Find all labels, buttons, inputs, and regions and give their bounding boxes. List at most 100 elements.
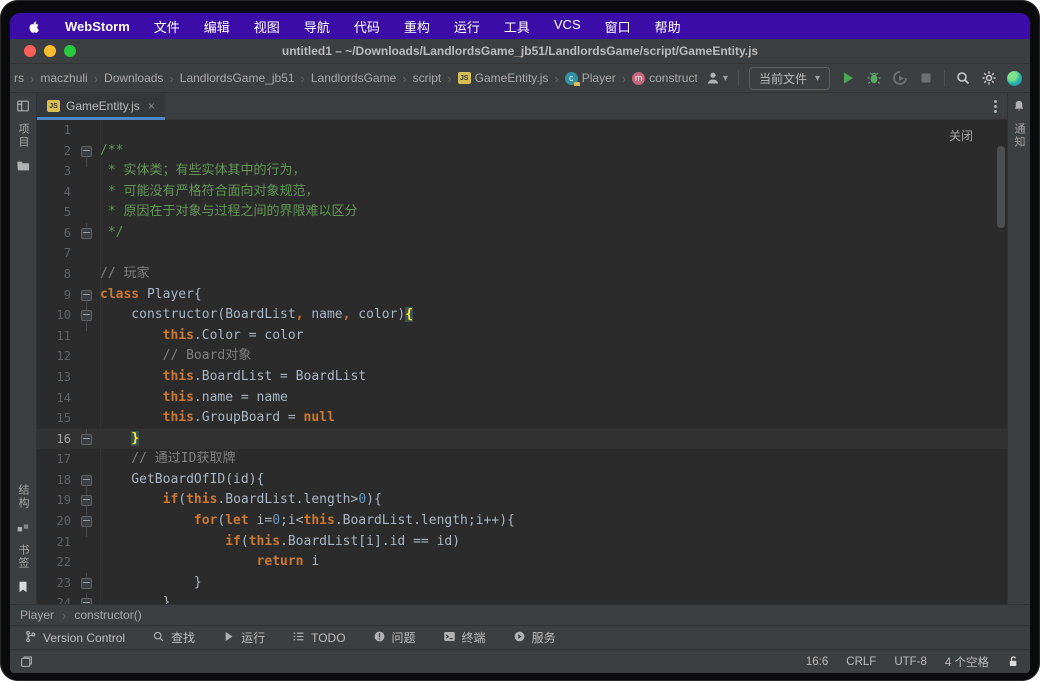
bottom-breadcrumb-item[interactable]: constructor() <box>74 608 141 622</box>
menu-item[interactable]: 工具 <box>504 17 530 36</box>
unlocked-icon[interactable] <box>1007 655 1020 668</box>
tab-close-icon[interactable]: × <box>148 99 155 113</box>
code-line[interactable]: 5 * 原因在于对象与过程之间的界限难以区分 <box>37 202 1007 223</box>
zoom-window-button[interactable] <box>64 45 76 57</box>
run-configuration-dropdown[interactable]: 当前文件 ▾ <box>749 67 830 90</box>
breadcrumb-item[interactable]: LandlordsGame <box>311 71 396 85</box>
settings-gear-icon[interactable] <box>981 70 997 86</box>
code-line[interactable]: 14 this.name = name <box>37 388 1007 409</box>
fold-marker-icon[interactable] <box>81 495 92 506</box>
search-everywhere-icon[interactable] <box>955 70 971 86</box>
breadcrumb-item[interactable]: JSGameEntity.js <box>458 71 549 85</box>
debug-button[interactable] <box>866 70 882 86</box>
code-line[interactable]: 3 * 实体类；有些实体其中的行为， <box>37 161 1007 182</box>
code-with-me-icon[interactable] <box>1007 71 1022 86</box>
notifications-bell-icon[interactable] <box>1012 99 1026 113</box>
breadcrumb-item[interactable]: mconstructor() <box>632 71 697 85</box>
tool-window-button-version-control[interactable]: Version Control <box>24 630 125 646</box>
project-tool-icon[interactable] <box>16 99 30 113</box>
tool-window-button-运行[interactable]: 运行 <box>222 629 265 646</box>
fold-marker-icon[interactable] <box>81 434 92 445</box>
code-line[interactable]: 13 this.BoardList = BoardList <box>37 367 1007 388</box>
close-window-button[interactable] <box>24 45 36 57</box>
code-text: GetBoardOfID(id){ <box>100 470 264 491</box>
bottom-breadcrumb-item[interactable]: Player <box>20 608 54 622</box>
code-line[interactable]: 12 // Board对象 <box>37 346 1007 367</box>
fold-marker-icon[interactable] <box>81 146 92 157</box>
code-line[interactable]: 18 GetBoardOfID(id){ <box>37 470 1007 491</box>
code-line[interactable]: 20 for(let i=0;i<this.BoardList.length;i… <box>37 511 1007 532</box>
structure-icon[interactable] <box>16 520 30 534</box>
fold-marker-icon[interactable] <box>81 516 92 527</box>
breadcrumb-item[interactable]: rs <box>14 71 24 85</box>
code-line[interactable]: 15 this.GroupBoard = null <box>37 408 1007 429</box>
fold-marker-icon[interactable] <box>81 475 92 486</box>
code-line[interactable]: 17 // 通过ID获取牌 <box>37 449 1007 470</box>
chevron-right-icon: › <box>301 71 305 86</box>
profiler-button[interactable] <box>892 70 908 86</box>
code-line[interactable]: 22 return i <box>37 552 1007 573</box>
code-line[interactable]: 2/** <box>37 141 1007 162</box>
tab-gameentity-js[interactable]: JS GameEntity.js × <box>37 93 165 119</box>
caret-position[interactable]: 16:6 <box>806 656 828 668</box>
minimize-window-button[interactable] <box>44 45 56 57</box>
menu-item[interactable]: 编辑 <box>204 17 230 36</box>
code-line[interactable]: 1 <box>37 120 1007 141</box>
menu-app-name[interactable]: WebStorm <box>65 19 130 34</box>
tool-window-button-问题[interactable]: 问题 <box>373 629 416 646</box>
code-line[interactable]: 24 } <box>37 593 1007 604</box>
fold-marker-icon[interactable] <box>81 228 92 239</box>
tool-window-switcher-icon[interactable] <box>20 655 33 668</box>
code-line[interactable]: 16 } <box>37 429 1007 450</box>
code-line[interactable]: 8// 玩家 <box>37 264 1007 285</box>
breadcrumb-item[interactable]: Downloads <box>104 71 163 85</box>
line-separator[interactable]: CRLF <box>846 656 876 668</box>
menu-item[interactable]: 文件 <box>154 17 180 36</box>
breadcrumb-item[interactable]: LandlordsGame_jb51 <box>180 71 295 85</box>
menu-item[interactable]: 运行 <box>454 17 480 36</box>
bookmark-icon[interactable] <box>16 580 30 594</box>
fold-marker-icon[interactable] <box>81 578 92 589</box>
code-line[interactable]: 10 constructor(BoardList, name, color){ <box>37 305 1007 326</box>
menu-item[interactable]: 窗口 <box>605 17 631 36</box>
menu-item[interactable]: 导航 <box>304 17 330 36</box>
apple-menu-icon[interactable] <box>26 19 41 34</box>
code-editor[interactable]: 关闭 12/**3 * 实体类；有些实体其中的行为，4 * 可能没有严格符合面向… <box>37 120 1007 604</box>
bookmarks-stripe-label[interactable]: 书签 <box>15 544 31 570</box>
window-title: untitled1 – ~/Downloads/LandlordsGame_jb… <box>282 44 758 58</box>
structure-stripe-label[interactable]: 结构 <box>15 484 31 510</box>
breadcrumb-item[interactable]: maczhuli <box>40 71 87 85</box>
stop-button[interactable] <box>918 70 934 86</box>
tab-overflow-menu-icon[interactable] <box>994 105 997 108</box>
code-line[interactable]: 23 } <box>37 573 1007 594</box>
tool-window-button-查找[interactable]: 查找 <box>152 629 195 646</box>
tool-window-button-终端[interactable]: 终端 <box>443 629 486 646</box>
run-button[interactable] <box>840 70 856 86</box>
fold-marker-icon[interactable] <box>81 310 92 321</box>
tool-window-button-todo[interactable]: TODO <box>292 630 345 646</box>
code-line[interactable]: 6 */ <box>37 223 1007 244</box>
code-line[interactable]: 4 * 可能没有严格符合面向对象规范， <box>37 182 1007 203</box>
menu-item[interactable]: 视图 <box>254 17 280 36</box>
tool-window-button-服务[interactable]: 服务 <box>513 629 556 646</box>
code-line[interactable]: 21 if(this.BoardList[i].id == id) <box>37 532 1007 553</box>
menu-item[interactable]: 代码 <box>354 17 380 36</box>
menu-item[interactable]: 重构 <box>404 17 430 36</box>
fold-marker-icon[interactable] <box>81 598 92 604</box>
code-line[interactable]: 7 <box>37 243 1007 264</box>
user-dropdown[interactable]: ▾ <box>705 70 728 86</box>
file-encoding[interactable]: UTF-8 <box>894 656 927 668</box>
notifications-stripe-label[interactable]: 通知 <box>1011 123 1027 149</box>
breadcrumb-item[interactable]: script <box>413 71 442 85</box>
project-stripe-label[interactable]: 项目 <box>15 123 31 149</box>
folder-icon[interactable] <box>16 159 30 173</box>
indent-setting[interactable]: 4 个空格 <box>945 654 989 670</box>
breadcrumb-item[interactable]: cPlayer <box>565 71 616 85</box>
code-line[interactable]: 11 this.Color = color <box>37 326 1007 347</box>
menu-item[interactable]: 帮助 <box>655 17 681 36</box>
fold-marker-icon[interactable] <box>81 290 92 301</box>
code-line[interactable]: 9class Player{ <box>37 285 1007 306</box>
code-line[interactable]: 19 if(this.BoardList.length>0){ <box>37 490 1007 511</box>
menu-item[interactable]: VCS <box>554 17 581 36</box>
line-number: 21 <box>37 532 71 553</box>
